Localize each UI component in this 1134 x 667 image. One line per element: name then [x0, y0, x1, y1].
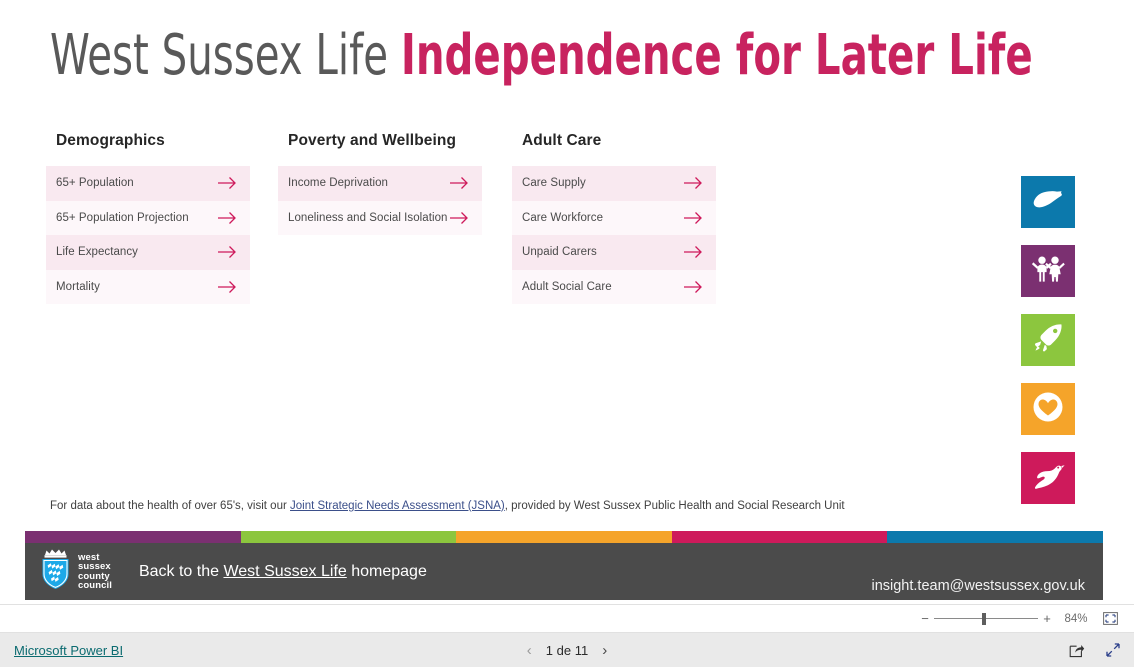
- arrow-right-icon: [682, 174, 704, 192]
- nav-item-label: Mortality: [56, 280, 100, 293]
- arrow-right-icon: [448, 174, 470, 192]
- stripe-segment-magenta: [671, 531, 888, 543]
- contact-email[interactable]: insight.team@westsussex.gov.uk: [871, 578, 1085, 594]
- nav-column-adult-care: Adult Care Care Supply Care Workforce Un…: [512, 132, 716, 304]
- home-text-suffix: homepage: [346, 562, 427, 580]
- report-footer: west sussex county council Back to the W…: [25, 543, 1103, 600]
- nav-list-adult-care: Care Supply Care Workforce Unpaid Carers…: [512, 166, 716, 304]
- jsna-link[interactable]: Joint Strategic Needs Assessment (JSNA): [290, 500, 505, 512]
- powerbi-status-bar: Microsoft Power BI ‹ 1 de 11 ›: [0, 633, 1134, 667]
- brand-tile-map[interactable]: [1021, 176, 1075, 228]
- arrow-right-icon: [682, 278, 704, 296]
- page-title-primary: West Sussex Life: [50, 23, 401, 88]
- arrow-right-icon: [682, 243, 704, 261]
- nav-item-label: Loneliness and Social Isolation: [288, 211, 448, 224]
- nav-item-unpaid-carers[interactable]: Unpaid Carers: [512, 235, 716, 270]
- home-text-prefix: Back to the: [138, 562, 224, 580]
- fullscreen-icon[interactable]: [1104, 641, 1122, 659]
- page-title-secondary: Independence for Later Life: [400, 23, 1033, 88]
- column-heading-adult-care: Adult Care: [522, 132, 602, 149]
- west-sussex-county-council-logo[interactable]: west sussex county council: [38, 548, 112, 595]
- nav-item-label: Unpaid Carers: [522, 246, 597, 259]
- nav-item-label: Adult Social Care: [522, 280, 612, 293]
- report-canvas: West Sussex Life Independence for Later …: [0, 0, 1134, 604]
- brand-tile-heart[interactable]: [1021, 383, 1075, 435]
- data-note-suffix: , provided by West Sussex Public Health …: [504, 500, 845, 512]
- arrow-right-icon: [216, 278, 238, 296]
- nav-item-label: 65+ Population Projection: [56, 211, 189, 224]
- council-wordmark: west sussex county council: [78, 552, 112, 591]
- fit-to-page-icon[interactable]: [1098, 609, 1122, 629]
- dove-bird-icon: [1031, 461, 1065, 496]
- column-heading-poverty-and-wellbeing: Poverty and Wellbeing: [288, 132, 457, 149]
- arrow-right-icon: [216, 209, 238, 227]
- back-to-homepage-text: Back to the West Sussex Life homepage: [139, 563, 427, 581]
- powerbi-brand-link[interactable]: Microsoft Power BI: [14, 643, 123, 658]
- nav-column-demographics: Demographics 65+ Population 65+ Populati…: [46, 132, 250, 304]
- arrow-right-icon: [216, 174, 238, 192]
- page-indicator-label: 1 de 11: [545, 642, 589, 658]
- nav-item-life-expectancy[interactable]: Life Expectancy: [46, 235, 250, 270]
- nav-item-label: Care Supply: [522, 177, 586, 190]
- heart-circle-icon: [1031, 390, 1065, 429]
- nav-item-label: Income Deprivation: [288, 177, 388, 190]
- nav-item-label: Life Expectancy: [56, 246, 138, 259]
- nav-item-label: Care Workforce: [522, 211, 604, 224]
- nav-item-care-supply[interactable]: Care Supply: [512, 166, 716, 201]
- chevron-left-icon[interactable]: ‹: [527, 643, 532, 658]
- zoom-level-label: 84%: [1064, 612, 1088, 625]
- page-title: West Sussex Life Independence for Later …: [50, 20, 1033, 92]
- council-wordmark-line-4: council: [78, 580, 112, 591]
- brand-colour-stripe: [25, 531, 1103, 543]
- arrow-right-icon: [216, 243, 238, 261]
- rocket-icon: [1032, 322, 1064, 359]
- zoom-slider-rail: [934, 617, 1038, 619]
- brand-tile-people[interactable]: [1021, 245, 1075, 297]
- brand-tile-rocket[interactable]: [1021, 314, 1075, 366]
- nav-item-label: 65+ Population: [56, 177, 134, 190]
- map-outline-icon: [1031, 187, 1065, 218]
- column-heading-demographics: Demographics: [56, 132, 165, 149]
- nav-item-adult-social-care[interactable]: Adult Social Care: [512, 269, 716, 304]
- arrow-right-icon: [682, 209, 704, 227]
- stripe-segment-green: [240, 531, 457, 543]
- zoom-slider-thumb[interactable]: [982, 612, 986, 625]
- nav-item-income-deprivation[interactable]: Income Deprivation: [278, 166, 482, 201]
- nav-item-65-plus-population-projection[interactable]: 65+ Population Projection: [46, 200, 250, 235]
- page-navigation: ‹ 1 de 11 ›: [467, 643, 667, 658]
- nav-list-poverty-and-wellbeing: Income Deprivation Loneliness and Social…: [278, 166, 482, 235]
- nav-column-poverty-and-wellbeing: Poverty and Wellbeing Income Deprivation…: [278, 132, 482, 235]
- share-icon[interactable]: [1068, 641, 1086, 659]
- zoom-out-button[interactable]: −: [918, 611, 932, 626]
- nav-item-65-plus-population[interactable]: 65+ Population: [46, 166, 250, 201]
- nav-item-care-workforce[interactable]: Care Workforce: [512, 200, 716, 235]
- council-shield-icon: [38, 548, 73, 595]
- stripe-segment-blue: [887, 531, 1103, 543]
- chevron-right-icon[interactable]: ›: [602, 643, 607, 658]
- data-source-note: For data about the health of over 65's, …: [50, 500, 845, 512]
- zoom-slider[interactable]: [934, 612, 1038, 626]
- nav-item-loneliness-and-social-isolation[interactable]: Loneliness and Social Isolation: [278, 200, 482, 235]
- nav-list-demographics: 65+ Population 65+ Population Projection…: [46, 166, 250, 304]
- brand-icon-stack: [1021, 176, 1075, 521]
- data-note-prefix: For data about the health of over 65's, …: [50, 500, 291, 512]
- two-people-icon: [1030, 254, 1066, 289]
- nav-item-mortality[interactable]: Mortality: [46, 269, 250, 304]
- status-bar-actions: [1068, 641, 1122, 659]
- arrow-right-icon: [448, 209, 470, 227]
- zoom-toolbar: − + 84%: [0, 604, 1134, 633]
- stripe-segment-orange: [456, 531, 672, 543]
- zoom-in-button[interactable]: +: [1040, 611, 1054, 626]
- west-sussex-life-link[interactable]: West Sussex Life: [223, 563, 346, 580]
- stripe-segment-purple: [25, 531, 241, 543]
- brand-tile-bird[interactable]: [1021, 452, 1075, 504]
